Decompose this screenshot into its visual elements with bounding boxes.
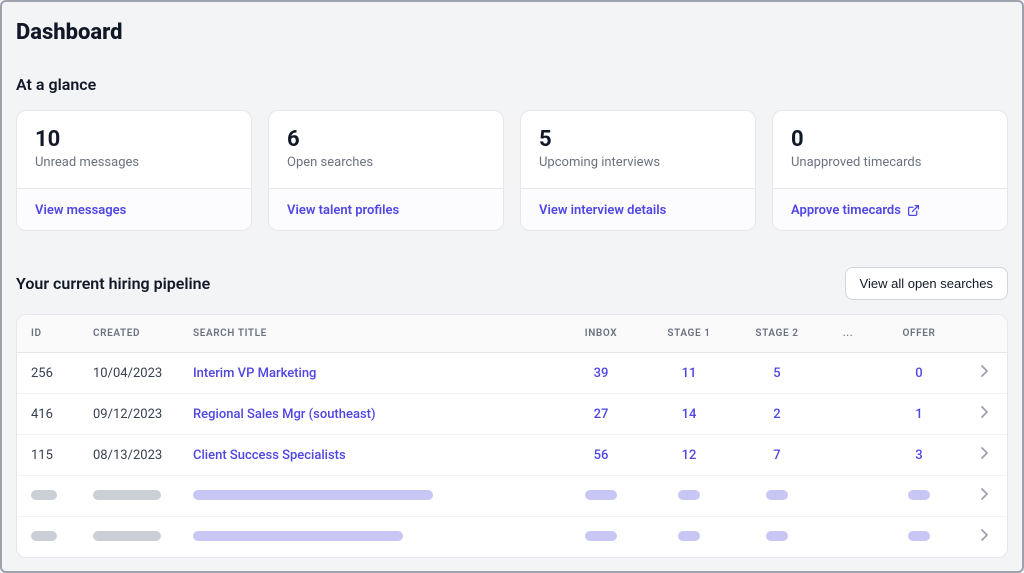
col-stage1: STAGE 1 xyxy=(645,315,733,353)
skeleton-placeholder xyxy=(193,490,433,500)
cell-ellipsis xyxy=(821,435,875,476)
chevron-right-icon[interactable] xyxy=(981,529,989,541)
view-talent-profiles-link[interactable]: View talent profiles xyxy=(287,203,399,218)
stat-value: 6 xyxy=(287,127,485,153)
stage1-count-link[interactable]: 14 xyxy=(682,407,697,422)
skeleton-placeholder xyxy=(908,531,930,541)
view-all-open-searches-button[interactable]: View all open searches xyxy=(845,267,1008,300)
chevron-right-icon[interactable] xyxy=(981,488,989,500)
col-id: ID xyxy=(17,315,79,353)
view-interview-details-link[interactable]: View interview details xyxy=(539,203,666,218)
skeleton-placeholder xyxy=(766,490,788,500)
chevron-right-icon[interactable] xyxy=(981,406,989,418)
stat-card-open-searches: 6 Open searches View talent profiles xyxy=(268,110,504,231)
table-row-skeleton xyxy=(17,517,1007,558)
table-row-skeleton xyxy=(17,476,1007,517)
col-offer: OFFER xyxy=(875,315,963,353)
skeleton-placeholder xyxy=(31,490,57,500)
col-created: CREATED xyxy=(79,315,179,353)
at-a-glance-heading: At a glance xyxy=(16,75,1008,94)
search-title-link[interactable]: Regional Sales Mgr (southeast) xyxy=(193,407,376,422)
stat-link-label: Approve timecards xyxy=(791,203,901,218)
stage1-count-link[interactable]: 12 xyxy=(682,448,697,463)
cell-created: 08/13/2023 xyxy=(79,435,179,476)
stat-label: Open searches xyxy=(287,155,485,170)
search-title-link[interactable]: Interim VP Marketing xyxy=(193,366,316,381)
offer-count-link[interactable]: 3 xyxy=(915,448,922,463)
table-row[interactable]: 115 08/13/2023 Client Success Specialist… xyxy=(17,435,1007,476)
skeleton-placeholder xyxy=(193,531,403,541)
pipeline-heading: Your current hiring pipeline xyxy=(16,274,210,293)
table-row[interactable]: 416 09/12/2023 Regional Sales Mgr (south… xyxy=(17,394,1007,435)
skeleton-placeholder xyxy=(678,490,700,500)
page-title: Dashboard xyxy=(16,20,1008,45)
stat-value: 5 xyxy=(539,127,737,153)
inbox-count-link[interactable]: 27 xyxy=(594,407,609,422)
search-title-link[interactable]: Client Success Specialists xyxy=(193,448,346,463)
cell-id: 416 xyxy=(17,394,79,435)
pipeline-table-wrap: ID CREATED SEARCH TITLE INBOX STAGE 1 ST… xyxy=(16,314,1008,558)
approve-timecards-link[interactable]: Approve timecards xyxy=(791,203,920,218)
col-inbox: INBOX xyxy=(557,315,645,353)
skeleton-placeholder xyxy=(585,490,617,500)
stage1-count-link[interactable]: 11 xyxy=(682,366,697,381)
stage2-count-link[interactable]: 5 xyxy=(773,366,780,381)
chevron-right-icon[interactable] xyxy=(981,447,989,459)
stage2-count-link[interactable]: 2 xyxy=(773,407,780,422)
pipeline-header: Your current hiring pipeline View all op… xyxy=(16,267,1008,300)
col-title: SEARCH TITLE xyxy=(179,315,557,353)
stat-value: 10 xyxy=(35,127,233,153)
pipeline-table: ID CREATED SEARCH TITLE INBOX STAGE 1 ST… xyxy=(17,315,1007,557)
table-header-row: ID CREATED SEARCH TITLE INBOX STAGE 1 ST… xyxy=(17,315,1007,353)
skeleton-placeholder xyxy=(585,531,617,541)
external-link-icon xyxy=(907,204,920,217)
cell-ellipsis xyxy=(821,353,875,394)
inbox-count-link[interactable]: 39 xyxy=(594,366,609,381)
stat-label: Upcoming interviews xyxy=(539,155,737,170)
offer-count-link[interactable]: 1 xyxy=(915,407,922,422)
skeleton-placeholder xyxy=(31,531,57,541)
chevron-right-icon[interactable] xyxy=(981,365,989,377)
stat-value: 0 xyxy=(791,127,989,153)
stat-card-interviews: 5 Upcoming interviews View interview det… xyxy=(520,110,756,231)
skeleton-placeholder xyxy=(93,490,161,500)
offer-count-link[interactable]: 0 xyxy=(915,366,922,381)
col-stage2: STAGE 2 xyxy=(733,315,821,353)
col-ellipsis: ... xyxy=(821,315,875,353)
cell-id: 256 xyxy=(17,353,79,394)
cell-created: 10/04/2023 xyxy=(79,353,179,394)
cell-id: 115 xyxy=(17,435,79,476)
skeleton-placeholder xyxy=(678,531,700,541)
skeleton-placeholder xyxy=(93,531,161,541)
col-chevron xyxy=(963,315,1007,353)
view-messages-link[interactable]: View messages xyxy=(35,203,126,218)
inbox-count-link[interactable]: 56 xyxy=(594,448,609,463)
stat-card-unread: 10 Unread messages View messages xyxy=(16,110,252,231)
skeleton-placeholder xyxy=(908,490,930,500)
stat-card-timecards: 0 Unapproved timecards Approve timecards xyxy=(772,110,1008,231)
stat-label: Unapproved timecards xyxy=(791,155,989,170)
stat-label: Unread messages xyxy=(35,155,233,170)
stage2-count-link[interactable]: 7 xyxy=(773,448,780,463)
skeleton-placeholder xyxy=(766,531,788,541)
stat-cards-row: 10 Unread messages View messages 6 Open … xyxy=(16,110,1008,231)
table-row[interactable]: 256 10/04/2023 Interim VP Marketing 39 1… xyxy=(17,353,1007,394)
cell-ellipsis xyxy=(821,394,875,435)
cell-created: 09/12/2023 xyxy=(79,394,179,435)
